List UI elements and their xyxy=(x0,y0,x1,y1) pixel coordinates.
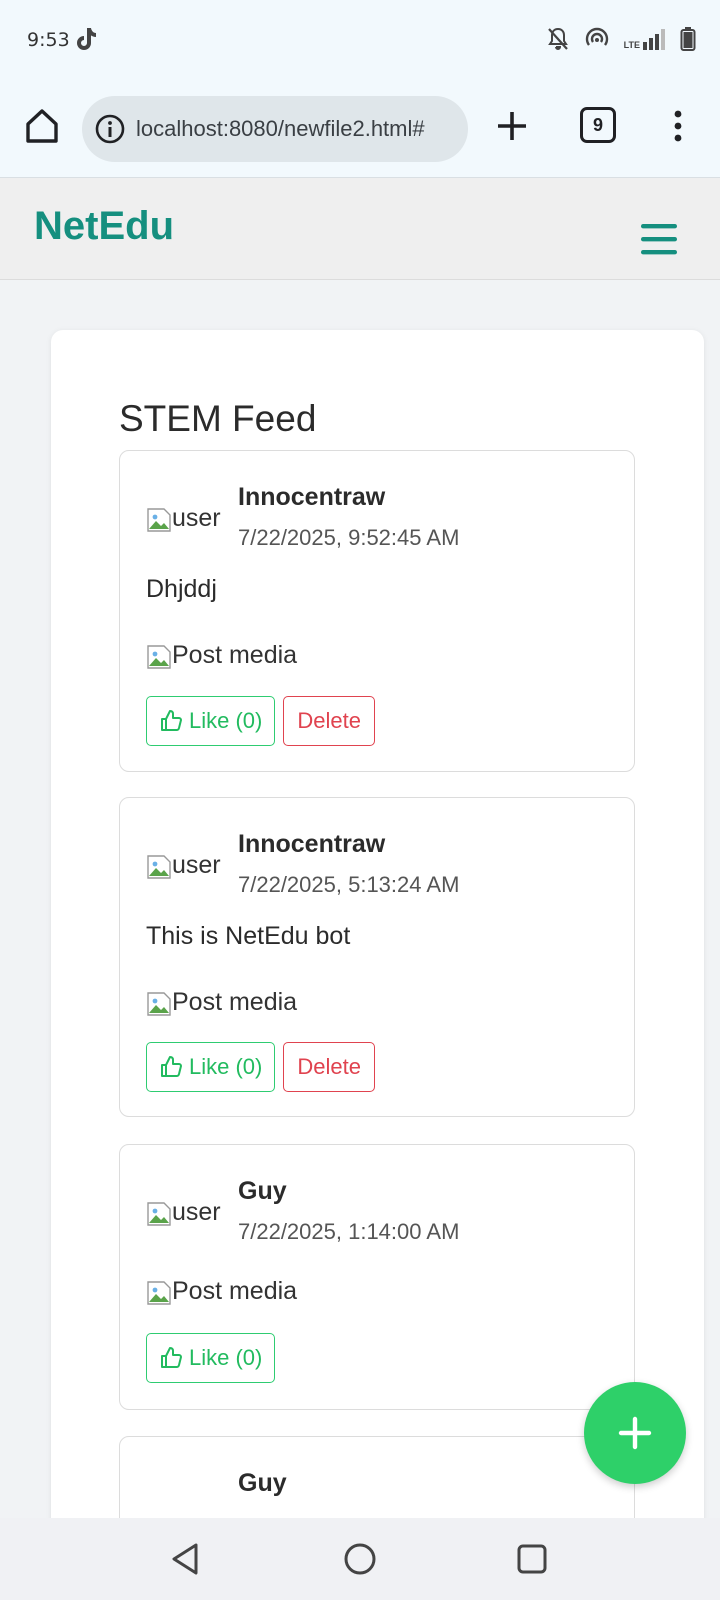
post-media: Post media xyxy=(146,988,297,1017)
more-vert-icon[interactable] xyxy=(668,106,688,146)
broken-image-icon xyxy=(147,1281,171,1305)
address-bar[interactable]: localhost:8080/newfile2.html# xyxy=(82,96,468,162)
like-button[interactable]: Like (0) xyxy=(146,1042,276,1092)
post-actions: Like (0) Delete xyxy=(146,696,375,746)
post-username: Guy xyxy=(238,1469,287,1497)
create-post-button[interactable] xyxy=(584,1382,686,1484)
plus-icon xyxy=(618,1416,652,1450)
post-actions: Like (0) Delete xyxy=(146,1042,375,1092)
delete-button[interactable]: Delete xyxy=(283,1042,375,1092)
post-username: Innocentraw xyxy=(238,483,386,511)
post-username: Guy xyxy=(238,1177,287,1205)
lte-signal-icon: LTE xyxy=(624,28,666,50)
thumbs-up-icon xyxy=(161,1347,182,1368)
like-button[interactable]: Like (0) xyxy=(146,1333,276,1383)
post-media: Post media xyxy=(146,1277,297,1306)
like-button[interactable]: Like (0) xyxy=(146,696,276,746)
status-icons: LTE xyxy=(546,26,696,52)
media-alt: Post media xyxy=(172,1277,298,1305)
thumbs-up-icon xyxy=(161,1056,182,1077)
avatar: user xyxy=(146,497,230,533)
avatar-alt: user xyxy=(172,1198,221,1226)
post-username: Innocentraw xyxy=(238,830,386,858)
back-icon[interactable] xyxy=(168,1541,204,1577)
avatar-alt: user xyxy=(172,504,221,532)
tiktok-icon xyxy=(77,28,96,50)
avatar-alt: user xyxy=(172,851,221,879)
avatar: user xyxy=(146,844,230,880)
feed-title: STEM Feed xyxy=(119,398,317,439)
system-nav-bar xyxy=(0,1518,720,1600)
post-text: Dhjddj xyxy=(146,575,217,603)
post-media: Post media xyxy=(146,641,297,670)
tab-switcher-button[interactable]: 9 xyxy=(580,107,616,143)
app-header: NetEdu xyxy=(0,178,720,280)
plus-icon[interactable] xyxy=(494,108,530,144)
broken-image-icon xyxy=(147,645,171,669)
thumbs-up-icon xyxy=(161,710,182,731)
status-time: 9:53 xyxy=(27,29,70,51)
hotspot-icon xyxy=(585,27,608,46)
media-alt: Post media xyxy=(172,641,298,669)
broken-image-icon xyxy=(147,992,171,1016)
post-actions: Like (0) xyxy=(146,1333,276,1383)
url-text[interactable]: localhost:8080/newfile2.html# xyxy=(136,116,425,142)
post-card: user Innocentraw 7/22/2025, 9:52:45 AM D… xyxy=(119,450,635,772)
post-card: user Guy 7/22/2025, 1:14:00 AM Post medi… xyxy=(119,1144,635,1410)
info-icon[interactable] xyxy=(94,113,126,145)
hamburger-menu-icon[interactable] xyxy=(640,222,678,256)
media-alt: Post media xyxy=(172,988,298,1016)
delete-button[interactable]: Delete xyxy=(283,696,375,746)
home-icon[interactable] xyxy=(22,106,62,146)
broken-image-icon xyxy=(147,508,171,532)
home-circle-icon[interactable] xyxy=(342,1541,378,1577)
status-bar: 9:53 LTE xyxy=(0,0,720,82)
broken-image-icon xyxy=(147,1202,171,1226)
post-card: user Innocentraw 7/22/2025, 5:13:24 AM T… xyxy=(119,797,635,1117)
browser-toolbar: localhost:8080/newfile2.html# 9 xyxy=(0,82,720,178)
post-timestamp: 7/22/2025, 5:13:24 AM xyxy=(238,872,460,897)
battery-icon xyxy=(680,27,696,51)
brand-logo[interactable]: NetEdu xyxy=(34,204,174,249)
post-text: This is NetEdu bot xyxy=(146,922,351,950)
broken-image-icon xyxy=(147,855,171,879)
post-timestamp: 7/22/2025, 1:14:00 AM xyxy=(238,1219,460,1244)
post-timestamp: 7/22/2025, 9:52:45 AM xyxy=(238,525,460,550)
avatar: user xyxy=(146,1191,230,1227)
bell-off-icon xyxy=(547,27,568,50)
recents-icon[interactable] xyxy=(514,1541,550,1577)
